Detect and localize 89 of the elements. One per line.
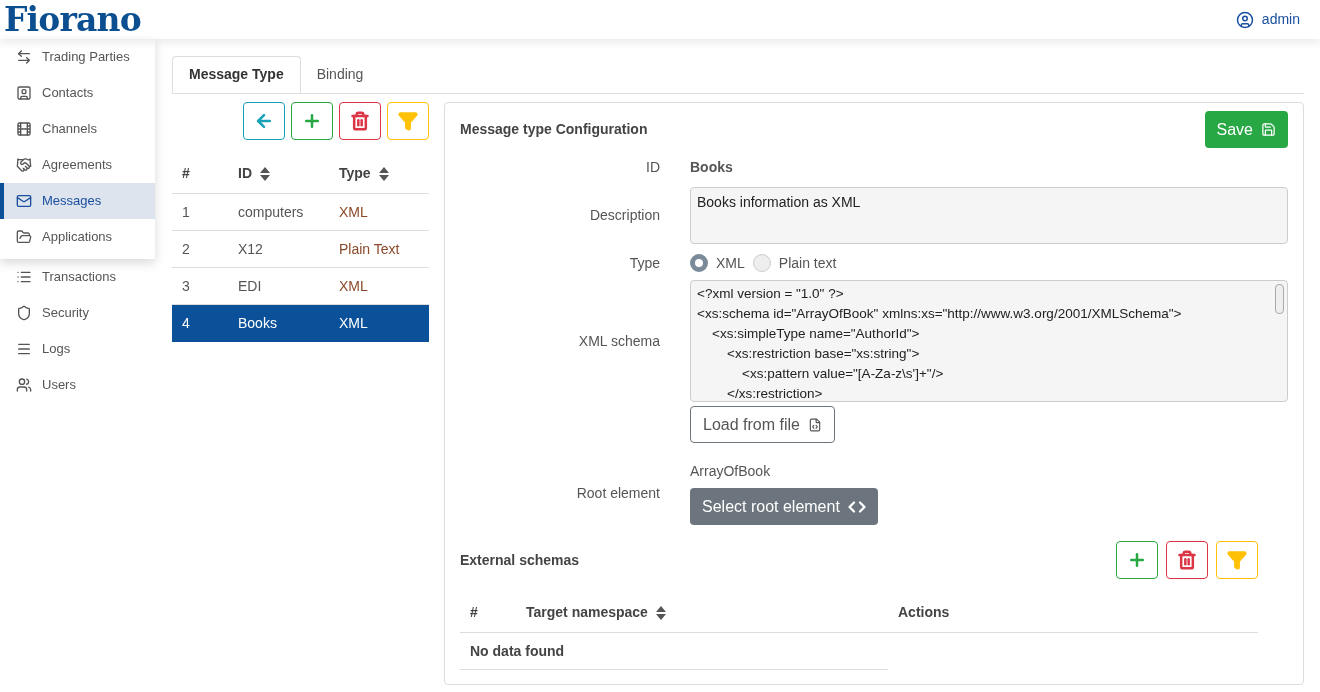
film-icon xyxy=(16,121,32,137)
sidebar-item[interactable]: Security xyxy=(0,295,155,331)
radio-button[interactable] xyxy=(752,254,771,272)
sidebar-item[interactable]: Contacts xyxy=(0,75,155,111)
filter-button[interactable] xyxy=(1216,541,1258,579)
filter-icon xyxy=(1227,550,1247,570)
sidebar-item[interactable]: Messages xyxy=(0,183,155,219)
column-header[interactable]: ID xyxy=(238,163,339,184)
field-label: Description xyxy=(588,206,660,225)
delete-button[interactable] xyxy=(339,102,381,140)
logo: Fiorano xyxy=(3,0,141,41)
sort-icon xyxy=(260,166,270,181)
table-cell-text: XML xyxy=(339,313,369,333)
root-element-value: ArrayOfBook xyxy=(690,462,772,481)
table-cell-text: X12 xyxy=(238,239,264,259)
plus-icon xyxy=(302,111,322,131)
description-field[interactable]: Books information as XML xyxy=(690,187,1288,244)
code-line: <xs:simpleType name="AuthorId"> xyxy=(711,325,921,343)
trash-icon xyxy=(1177,550,1197,570)
list-icon xyxy=(16,269,32,285)
shield-icon xyxy=(16,305,32,321)
table-cell-text: Books xyxy=(238,313,278,333)
table-cell-text: 4 xyxy=(181,313,191,333)
column-header: Actions xyxy=(898,603,951,622)
table-cell-text: XML xyxy=(339,202,369,222)
code-line: </xs:restriction> xyxy=(726,385,824,401)
table-row[interactable]: 4 Books XML xyxy=(172,305,429,342)
add-button[interactable] xyxy=(1116,541,1158,579)
sidebar-item[interactable]: Transactions xyxy=(0,259,155,295)
folder-icon xyxy=(16,229,32,245)
sidebar-item[interactable]: Logs xyxy=(0,331,155,367)
tab[interactable]: Binding xyxy=(300,56,380,93)
field-label: ID xyxy=(645,158,660,177)
table-cell-text: 1 xyxy=(181,202,191,222)
column-header[interactable]: Target namespace xyxy=(526,602,898,623)
sort-icon xyxy=(378,166,389,181)
add-button[interactable] xyxy=(291,102,333,140)
code-line: <xs:pattern value="[A-Za-z\s']+"/> xyxy=(741,365,945,383)
envelope-icon xyxy=(16,193,32,209)
menu-icon xyxy=(16,341,32,357)
filter-icon xyxy=(398,111,418,131)
select-root-button[interactable]: Select root element xyxy=(690,488,878,525)
floppy-icon xyxy=(1261,122,1276,137)
delete-button[interactable] xyxy=(1166,541,1208,579)
code-line: <?xml version = "1.0" ?> xyxy=(697,285,845,303)
users-icon xyxy=(16,377,32,393)
table-cell-text: Plain Text xyxy=(339,239,401,259)
file-code-icon xyxy=(807,417,822,432)
scrollbar-thumb xyxy=(1275,284,1284,314)
empty-message: No data found xyxy=(470,641,565,661)
column-header: # xyxy=(181,164,191,183)
back-button[interactable] xyxy=(243,102,285,140)
table-row[interactable]: 1 computers XML xyxy=(172,194,429,231)
radio-option[interactable]: XML xyxy=(690,252,745,274)
user-icon xyxy=(1235,10,1254,29)
table-cell-text: 2 xyxy=(181,239,191,259)
field-label: XML schema xyxy=(577,331,660,351)
field-label: Type xyxy=(628,253,660,273)
code-line: <xs:schema id="ArrayOfBook" xmlns:xs="http://www.w3.org/2001/XMLSchema"> xyxy=(697,305,1183,323)
field-label: Root element xyxy=(575,483,660,503)
table-cell-text: computers xyxy=(238,202,305,222)
sidebar-item[interactable]: Agreements xyxy=(0,147,155,183)
panel-title: Message type Configuration xyxy=(460,120,648,139)
sidebar-item[interactable]: Applications xyxy=(0,219,155,255)
trash-icon xyxy=(350,111,370,131)
plus-icon xyxy=(1127,550,1147,570)
load-file-button[interactable]: Load from file xyxy=(690,406,835,443)
column-header: # xyxy=(469,603,479,622)
section-title: External schemas xyxy=(460,550,580,570)
code-line: <xs:restriction base="xs:string"> xyxy=(726,345,921,363)
table-cell-text: XML xyxy=(339,276,369,296)
id-value: Books xyxy=(690,158,734,177)
radio-option[interactable]: Plain text xyxy=(752,252,837,274)
sidebar-item[interactable]: Trading Parties xyxy=(0,39,155,75)
sort-icon xyxy=(655,605,666,620)
column-header[interactable]: Type xyxy=(339,163,429,184)
table-cell-text: 3 xyxy=(181,276,191,296)
contact-card-icon xyxy=(16,85,32,101)
radio-button[interactable] xyxy=(690,254,708,272)
filter-button[interactable] xyxy=(387,102,429,140)
tab[interactable]: Message Type xyxy=(172,56,301,93)
handshake-icon xyxy=(16,157,32,173)
schema-editor[interactable] xyxy=(690,280,1288,402)
user-menu[interactable]: admin xyxy=(1235,9,1300,30)
arrows-icon xyxy=(16,49,32,65)
sidebar-item[interactable]: Users xyxy=(0,367,155,403)
sidebar-item[interactable]: Channels xyxy=(0,111,155,147)
table-cell-text: EDI xyxy=(238,276,263,296)
table-row[interactable]: 2 X12 Plain Text xyxy=(172,231,429,268)
